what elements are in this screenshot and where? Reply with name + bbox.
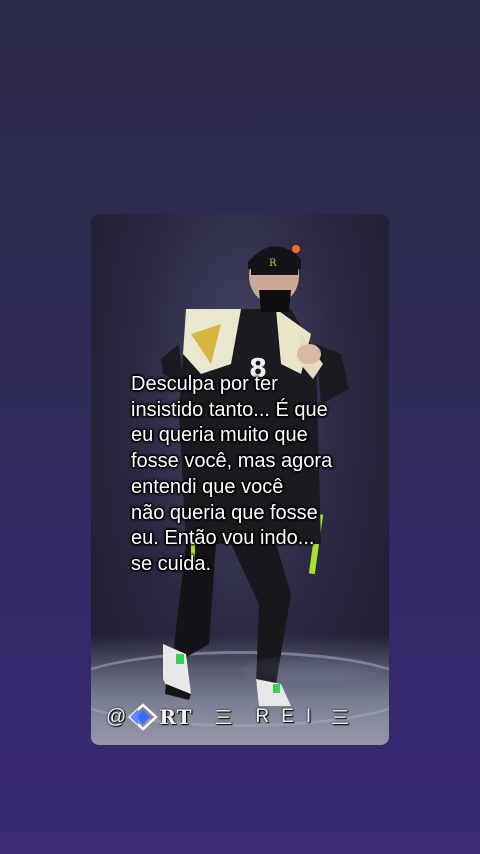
svg-text:R: R — [269, 258, 277, 269]
creator-watermark: @ RT 三 REI 三 — [106, 703, 372, 731]
watermark-separator-left: 三 — [214, 708, 234, 728]
diamond-logo-icon — [128, 703, 159, 731]
watermark-name: REI — [255, 706, 324, 727]
watermark-separator-right: 三 — [331, 708, 351, 728]
video-caption: Desculpa por ter insistido tanto... É qu… — [131, 373, 333, 575]
floor-glow-right — [241, 655, 381, 685]
watermark-brand: RT — [159, 705, 193, 729]
watermark-at: @ — [106, 705, 128, 728]
